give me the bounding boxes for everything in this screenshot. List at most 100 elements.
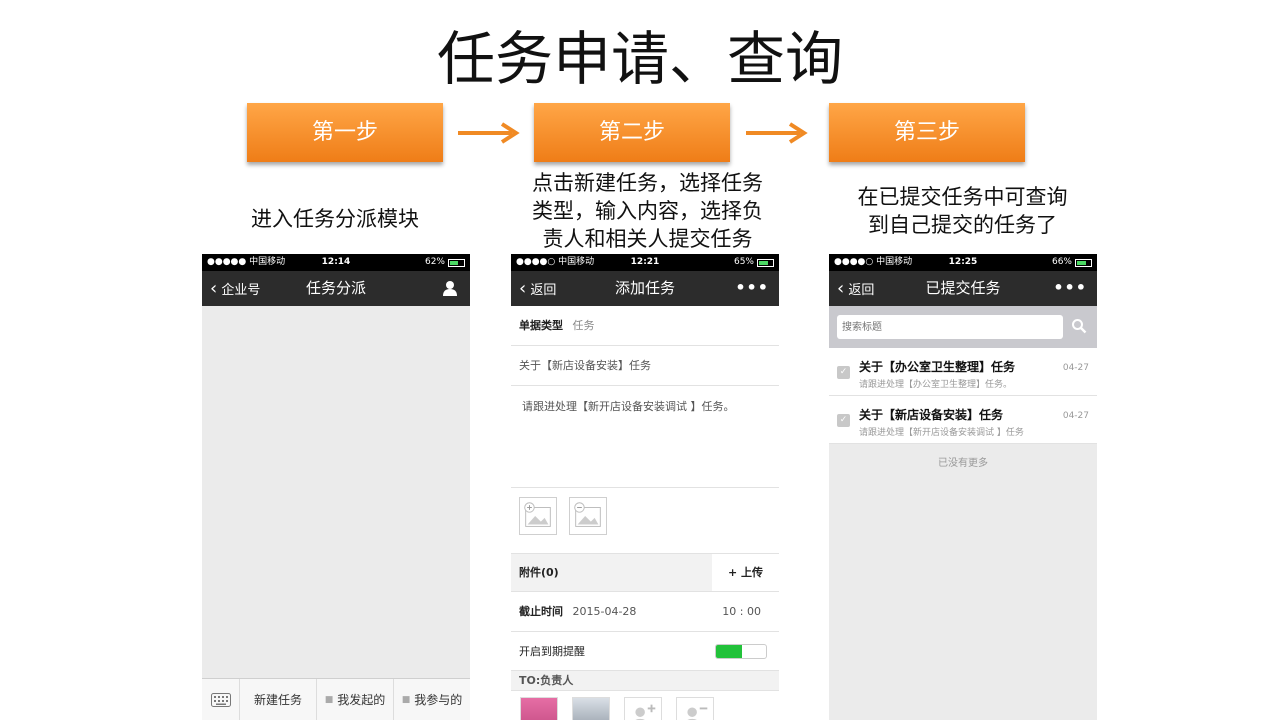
- deadline-row[interactable]: 截止时间 2015-04-28 10 : 00: [511, 592, 779, 632]
- battery-icon: [448, 258, 465, 267]
- step-3-desc-line: 到自己提交的任务了: [868, 213, 1057, 237]
- status-bar: ●●●●○ 中国移动 12:25 66%: [829, 254, 1097, 271]
- reminder-label: 开启到期提醒: [519, 645, 585, 658]
- tab-label: 我发起的: [337, 693, 386, 707]
- menu-icon: ■: [324, 694, 334, 705]
- nav-bar: ‹ 企业号 任务分派: [202, 271, 470, 306]
- step-3-label: 第三步: [829, 103, 1025, 162]
- reminder-row: 开启到期提醒: [511, 632, 779, 671]
- tab-new-task[interactable]: 新建任务: [240, 679, 317, 720]
- doc-type-row[interactable]: 单据类型 任务: [511, 306, 779, 346]
- nav-bar: ‹ 返回 已提交任务 •••: [829, 271, 1097, 306]
- keyboard-toggle[interactable]: [202, 679, 240, 720]
- step-2-desc-line: 点击新建任务，选择任务: [532, 171, 763, 195]
- avatar[interactable]: [572, 697, 610, 720]
- subject-text: 关于【新店设备安装】任务: [519, 359, 651, 372]
- back-button[interactable]: ‹ 返回: [519, 271, 556, 308]
- plus-icon: +: [727, 566, 738, 579]
- search-bar: [829, 306, 1097, 348]
- step-3-description: 在已提交任务中可查询 到自己提交的任务了: [825, 183, 1100, 239]
- image-attach-row: [511, 488, 779, 554]
- item-date: 04-27: [1062, 411, 1089, 421]
- tab-initiated-by-me[interactable]: ■ 我发起的: [317, 679, 394, 720]
- chevron-left-icon: ‹: [210, 278, 218, 299]
- status-right: 65%: [734, 254, 774, 271]
- attachment-label: 附件(0): [519, 566, 559, 579]
- step-1-label: 第一步: [247, 103, 443, 162]
- nav-bar: ‹ 返回 添加任务 •••: [511, 271, 779, 306]
- deadline-date[interactable]: 2015-04-28: [573, 605, 637, 618]
- step-2-desc-line: 责人和相关人提交任务: [542, 227, 753, 251]
- search-icon[interactable]: [1071, 318, 1087, 334]
- battery-icon: [1075, 258, 1092, 267]
- step-2-label: 第二步: [534, 103, 730, 162]
- content-text: 请跟进处理【新开店设备安装调试 】任务。: [522, 400, 735, 413]
- back-button[interactable]: ‹ 返回: [837, 271, 874, 308]
- assignee-list: [511, 691, 779, 720]
- item-title: 关于【办公室卫生整理】任务: [859, 360, 1016, 374]
- person-icon[interactable]: [442, 280, 458, 296]
- item-subtitle: 请跟进处理【新开店设备安装调试 】任务: [859, 428, 1024, 438]
- battery-percent: 62%: [424, 257, 445, 267]
- item-title: 关于【新店设备安装】任务: [859, 408, 1004, 422]
- list-item[interactable]: ✓ 关于【新店设备安装】任务 请跟进处理【新开店设备安装调试 】任务 04-27: [829, 396, 1097, 444]
- tab-label: 新建任务: [253, 693, 302, 707]
- checkbox-icon: ✓: [837, 414, 850, 427]
- status-bar: ●●●●● 中国移动 12:14 62%: [202, 254, 470, 271]
- deadline-label: 截止时间: [519, 605, 563, 618]
- step-1-desc-line: 进入任务分派模块: [251, 207, 419, 231]
- phone-screen-task-dispatch: ●●●●● 中国移动 12:14 62% ‹ 企业号 任务分派 新建任务 ■ 我发: [202, 254, 470, 720]
- tab-label: 我参与的: [414, 693, 463, 707]
- tab-participating[interactable]: ■ 我参与的: [394, 679, 470, 720]
- step-2-description: 点击新建任务，选择任务 类型，输入内容，选择负 责人和相关人提交任务: [505, 169, 790, 253]
- remove-person-icon[interactable]: [676, 697, 714, 720]
- bottom-tab-bar: 新建任务 ■ 我发起的 ■ 我参与的: [202, 678, 470, 720]
- avatar[interactable]: [520, 697, 558, 720]
- status-right: 62%: [425, 254, 465, 271]
- arrow-right-icon: [746, 122, 808, 144]
- status-bar: ●●●●○ 中国移动 12:21 65%: [511, 254, 779, 271]
- battery-percent: 65%: [733, 257, 754, 267]
- status-right: 66%: [1052, 254, 1092, 271]
- chevron-left-icon: ‹: [837, 278, 845, 299]
- doc-type-label: 单据类型: [519, 319, 563, 332]
- content-area: [202, 306, 470, 679]
- item-date: 04-27: [1062, 363, 1089, 373]
- upload-label: 上传: [741, 566, 764, 579]
- more-icon[interactable]: •••: [735, 271, 769, 304]
- deadline-time[interactable]: 10 : 00: [722, 592, 761, 632]
- upload-button[interactable]: + 上传: [712, 554, 779, 591]
- battery-percent: 66%: [1051, 257, 1072, 267]
- remove-image-icon[interactable]: [569, 497, 607, 535]
- back-button[interactable]: ‹ 企业号: [210, 271, 260, 308]
- step-1-description: 进入任务分派模块: [210, 205, 460, 233]
- chevron-left-icon: ‹: [519, 278, 527, 299]
- subject-field[interactable]: 关于【新店设备安装】任务: [511, 346, 779, 386]
- attachment-row: 附件(0) + 上传: [511, 554, 779, 592]
- menu-icon: ■: [401, 694, 411, 705]
- arrow-right-icon: [458, 122, 520, 144]
- no-more-label: 已没有更多: [938, 458, 988, 469]
- add-image-icon[interactable]: [519, 497, 557, 535]
- item-subtitle: 请跟进处理【办公室卫生整理】任务。: [859, 380, 1013, 390]
- slide-title: 任务申请、查询: [436, 25, 843, 93]
- back-label: 企业号: [221, 283, 261, 298]
- more-icon[interactable]: •••: [1053, 271, 1087, 304]
- checkbox-icon: ✓: [837, 366, 850, 379]
- step-3-desc-line: 在已提交任务中可查询: [857, 185, 1068, 209]
- phone-screen-submitted-tasks: ●●●●○ 中国移动 12:25 66% ‹ 返回 已提交任务 ••• ✓ 关于…: [829, 254, 1097, 720]
- back-label: 返回: [848, 283, 875, 298]
- search-input[interactable]: [837, 315, 1063, 339]
- phone-screen-add-task: ●●●●○ 中国移动 12:21 65% ‹ 返回 添加任务 ••• 单据类型 …: [511, 254, 779, 720]
- back-label: 返回: [530, 283, 557, 298]
- keyboard-icon: [210, 692, 231, 707]
- add-person-icon[interactable]: [624, 697, 662, 720]
- list-item[interactable]: ✓ 关于【办公室卫生整理】任务 请跟进处理【办公室卫生整理】任务。 04-27: [829, 348, 1097, 396]
- content-textarea[interactable]: 请跟进处理【新开店设备安装调试 】任务。: [511, 386, 779, 488]
- assignee-header: TO:负责人: [511, 671, 779, 691]
- battery-icon: [757, 258, 774, 267]
- step-2-desc-line: 类型，输入内容，选择负: [532, 199, 763, 223]
- to-label: TO:负责人: [519, 674, 574, 687]
- reminder-toggle[interactable]: [715, 644, 767, 659]
- doc-type-value: 任务: [572, 319, 595, 332]
